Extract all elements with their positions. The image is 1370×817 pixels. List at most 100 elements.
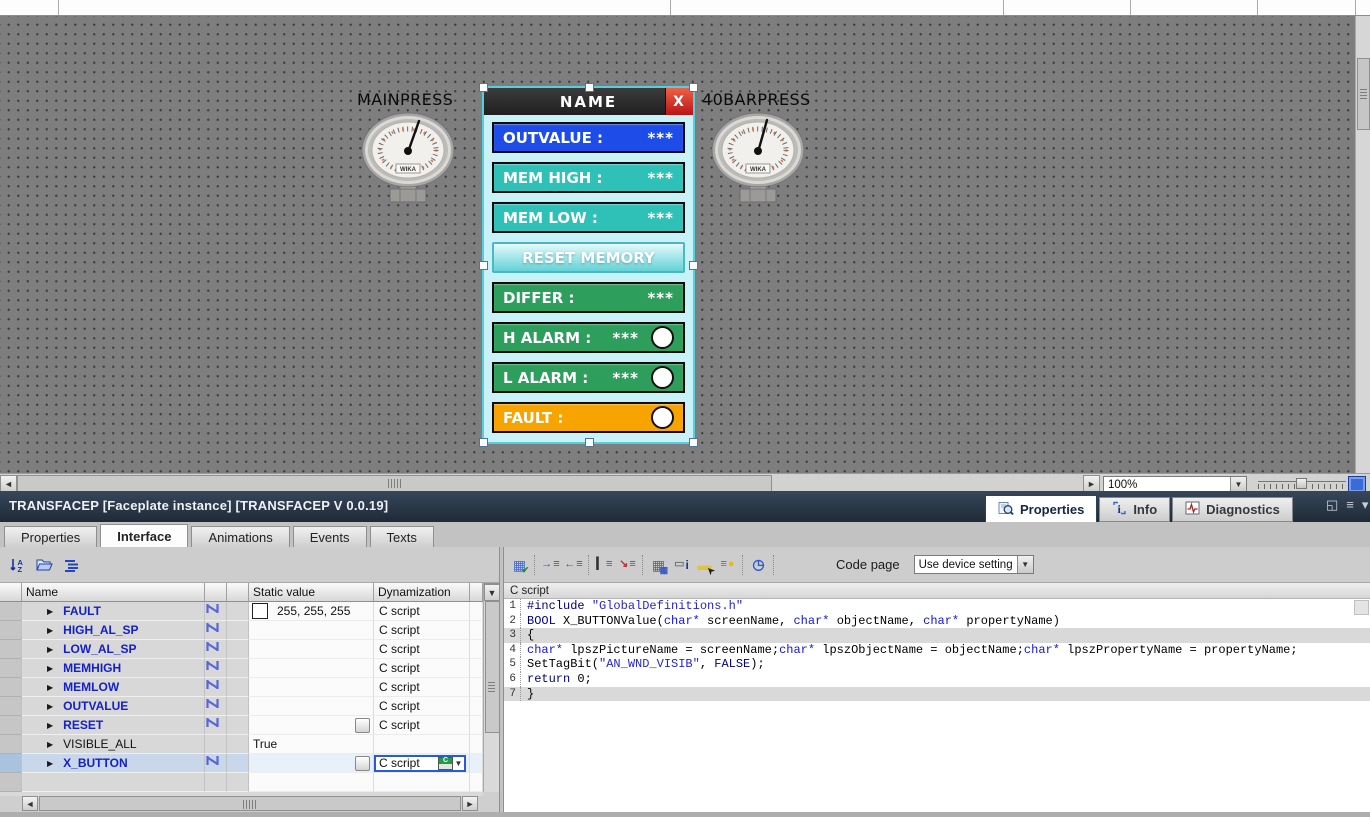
- cell-static-value[interactable]: [249, 716, 374, 735]
- table-row-reset[interactable]: ▶RESETC script: [0, 716, 483, 735]
- dropdown-arrow-icon[interactable]: ▼: [1017, 556, 1033, 573]
- faceplate-reset-button[interactable]: RESET MEMORY: [492, 242, 685, 273]
- cell-static-value[interactable]: [249, 754, 374, 773]
- color-grid-icon[interactable]: ▦▦: [647, 554, 670, 576]
- row-selector[interactable]: [0, 716, 22, 735]
- inspector-tab-diagnostics[interactable]: Diagnostics: [1172, 497, 1293, 522]
- faceplate-window[interactable]: NAME X OUTVALUE :***MEM HIGH :***MEM LOW…: [482, 86, 695, 444]
- cell-dynamization[interactable]: C script: [374, 697, 470, 716]
- selection-handle[interactable]: [585, 83, 594, 92]
- row-selector[interactable]: [0, 754, 22, 773]
- cell-static-value[interactable]: [249, 678, 374, 697]
- restore-panel-icon[interactable]: ◱: [1326, 497, 1338, 513]
- scrollbar-thumb[interactable]: [17, 475, 772, 492]
- static-value-checkbox[interactable]: [355, 718, 370, 733]
- expand-arrow-icon[interactable]: ▶: [47, 759, 53, 768]
- column-header-name[interactable]: Name: [22, 583, 205, 602]
- open-folder-icon[interactable]: [33, 554, 56, 576]
- c-script-icon[interactable]: C: [438, 757, 453, 770]
- cell-dynamization[interactable]: C script: [374, 716, 470, 735]
- tab-texts[interactable]: Texts: [370, 526, 434, 549]
- tab-properties[interactable]: Properties: [4, 526, 97, 549]
- selection-handle[interactable]: [689, 261, 698, 270]
- pressure-gauge-mainpress[interactable]: WIKA: [360, 108, 456, 214]
- cell-static-value[interactable]: [249, 659, 374, 678]
- inspector-tab-info[interactable]: iInfo: [1099, 497, 1170, 522]
- sort-ascending-icon[interactable]: AZ: [6, 554, 29, 576]
- dynamization-combobox[interactable]: C scriptC▼: [374, 755, 466, 772]
- tab-events[interactable]: Events: [293, 526, 367, 549]
- cell-dynamization[interactable]: C script: [374, 678, 470, 697]
- list-item-icon[interactable]: ≡●: [716, 554, 739, 576]
- cell-static-value[interactable]: True: [249, 735, 374, 754]
- cell-static-value[interactable]: [249, 640, 374, 659]
- selection-handle[interactable]: [689, 438, 698, 447]
- scroll-left-button[interactable]: ◄: [22, 796, 38, 811]
- selection-handle[interactable]: [585, 438, 594, 447]
- static-value-checkbox[interactable]: [355, 756, 370, 771]
- expand-arrow-icon[interactable]: ▶: [47, 683, 53, 692]
- row-selector[interactable]: [0, 735, 22, 754]
- column-header-static-value[interactable]: Static value: [249, 583, 374, 602]
- code-line-2[interactable]: 2BOOL X_BUTTONValue(char* screenName, ch…: [504, 614, 1370, 629]
- cell-dynamization[interactable]: C script: [374, 602, 470, 621]
- zoom-slider[interactable]: [1258, 478, 1346, 490]
- indent-right-icon[interactable]: →≡: [539, 554, 562, 576]
- tab-interface[interactable]: Interface: [100, 524, 188, 549]
- color-swatch[interactable]: [252, 603, 268, 619]
- table-row-fault[interactable]: ▶FAULT255, 255, 255C script: [0, 602, 483, 621]
- cell-static-value[interactable]: [249, 621, 374, 640]
- scroll-right-button[interactable]: ►: [462, 796, 478, 811]
- row-selector[interactable]: [0, 678, 22, 697]
- screen-canvas[interactable]: MAINPRESS 40BARPRESS WIKA: [0, 16, 1356, 473]
- column-header-dynamization[interactable]: Dynamization: [374, 583, 470, 602]
- code-line-4[interactable]: 4char* lpszPictureName = screenName;char…: [504, 643, 1370, 658]
- cell-dynamization[interactable]: C script: [374, 640, 470, 659]
- expand-arrow-icon[interactable]: ▶: [47, 626, 53, 635]
- expand-arrow-icon[interactable]: ▶: [47, 702, 53, 711]
- faceplate-close-button[interactable]: X: [665, 88, 693, 115]
- row-selector[interactable]: [0, 773, 22, 792]
- dropdown-arrow-icon[interactable]: ▼: [453, 759, 464, 768]
- row-selector[interactable]: [0, 621, 22, 640]
- zoom-slider-thumb[interactable]: [1296, 478, 1307, 489]
- table-row-low_al_sp[interactable]: ▶LOW_AL_SPC script: [0, 640, 483, 659]
- code-line-3[interactable]: 3{: [504, 628, 1370, 643]
- clock-icon[interactable]: ◷: [747, 554, 770, 576]
- cell-dynamization[interactable]: C script: [374, 659, 470, 678]
- code-line-5[interactable]: 5SetTagBit("AN_WND_VISIB", FALSE);: [504, 657, 1370, 672]
- scrollbar-thumb[interactable]: [1357, 58, 1370, 130]
- table-horizontal-scrollbar[interactable]: ◄ ►: [22, 796, 478, 811]
- table-row-memlow[interactable]: ▶MEMLOWC script: [0, 678, 483, 697]
- table-row-visible_all[interactable]: ▶VISIBLE_ALLTrue: [0, 735, 483, 754]
- row-selector[interactable]: [0, 640, 22, 659]
- wrap-lines-icon[interactable]: ↘≡: [616, 554, 639, 576]
- selection-handle[interactable]: [689, 83, 698, 92]
- align-lines-icon[interactable]: ▎≡: [593, 554, 616, 576]
- cell-dynamization[interactable]: C script: [374, 621, 470, 640]
- list-structure-icon[interactable]: [60, 554, 83, 576]
- row-selector[interactable]: [0, 602, 22, 621]
- selection-handle[interactable]: [479, 261, 488, 270]
- tab-animations[interactable]: Animations: [191, 526, 289, 549]
- collapse-panel-icon[interactable]: ▾: [1362, 497, 1369, 513]
- cell-dynamization[interactable]: [374, 735, 470, 754]
- indent-left-icon[interactable]: ←≡: [562, 554, 585, 576]
- expand-arrow-icon[interactable]: ▶: [47, 645, 53, 654]
- canvas-vertical-scrollbar[interactable]: [1355, 16, 1370, 473]
- table-vertical-scrollbar[interactable]: ▲ ▼: [483, 583, 499, 792]
- pressure-gauge-40barpress[interactable]: WIKA: [710, 108, 806, 214]
- table-row-memhigh[interactable]: ▶MEMHIGHC script: [0, 659, 483, 678]
- table-row-high_al_sp[interactable]: ▶HIGH_AL_SPC script: [0, 621, 483, 640]
- selection-handle[interactable]: [479, 83, 488, 92]
- pointer-icon[interactable]: ▬➤: [693, 554, 716, 576]
- scroll-right-button[interactable]: ►: [1083, 475, 1100, 492]
- expand-arrow-icon[interactable]: ▶: [47, 740, 53, 749]
- expand-arrow-icon[interactable]: ▶: [47, 664, 53, 673]
- table-row-outvalue[interactable]: ▶OUTVALUEC script: [0, 697, 483, 716]
- code-page-dropdown[interactable]: Use device setting ▼: [914, 555, 1034, 574]
- scroll-left-button[interactable]: ◄: [0, 475, 17, 492]
- cell-dynamization[interactable]: C scriptC▼: [374, 754, 470, 773]
- row-selector[interactable]: [0, 659, 22, 678]
- code-line-6[interactable]: 6return 0;: [504, 672, 1370, 687]
